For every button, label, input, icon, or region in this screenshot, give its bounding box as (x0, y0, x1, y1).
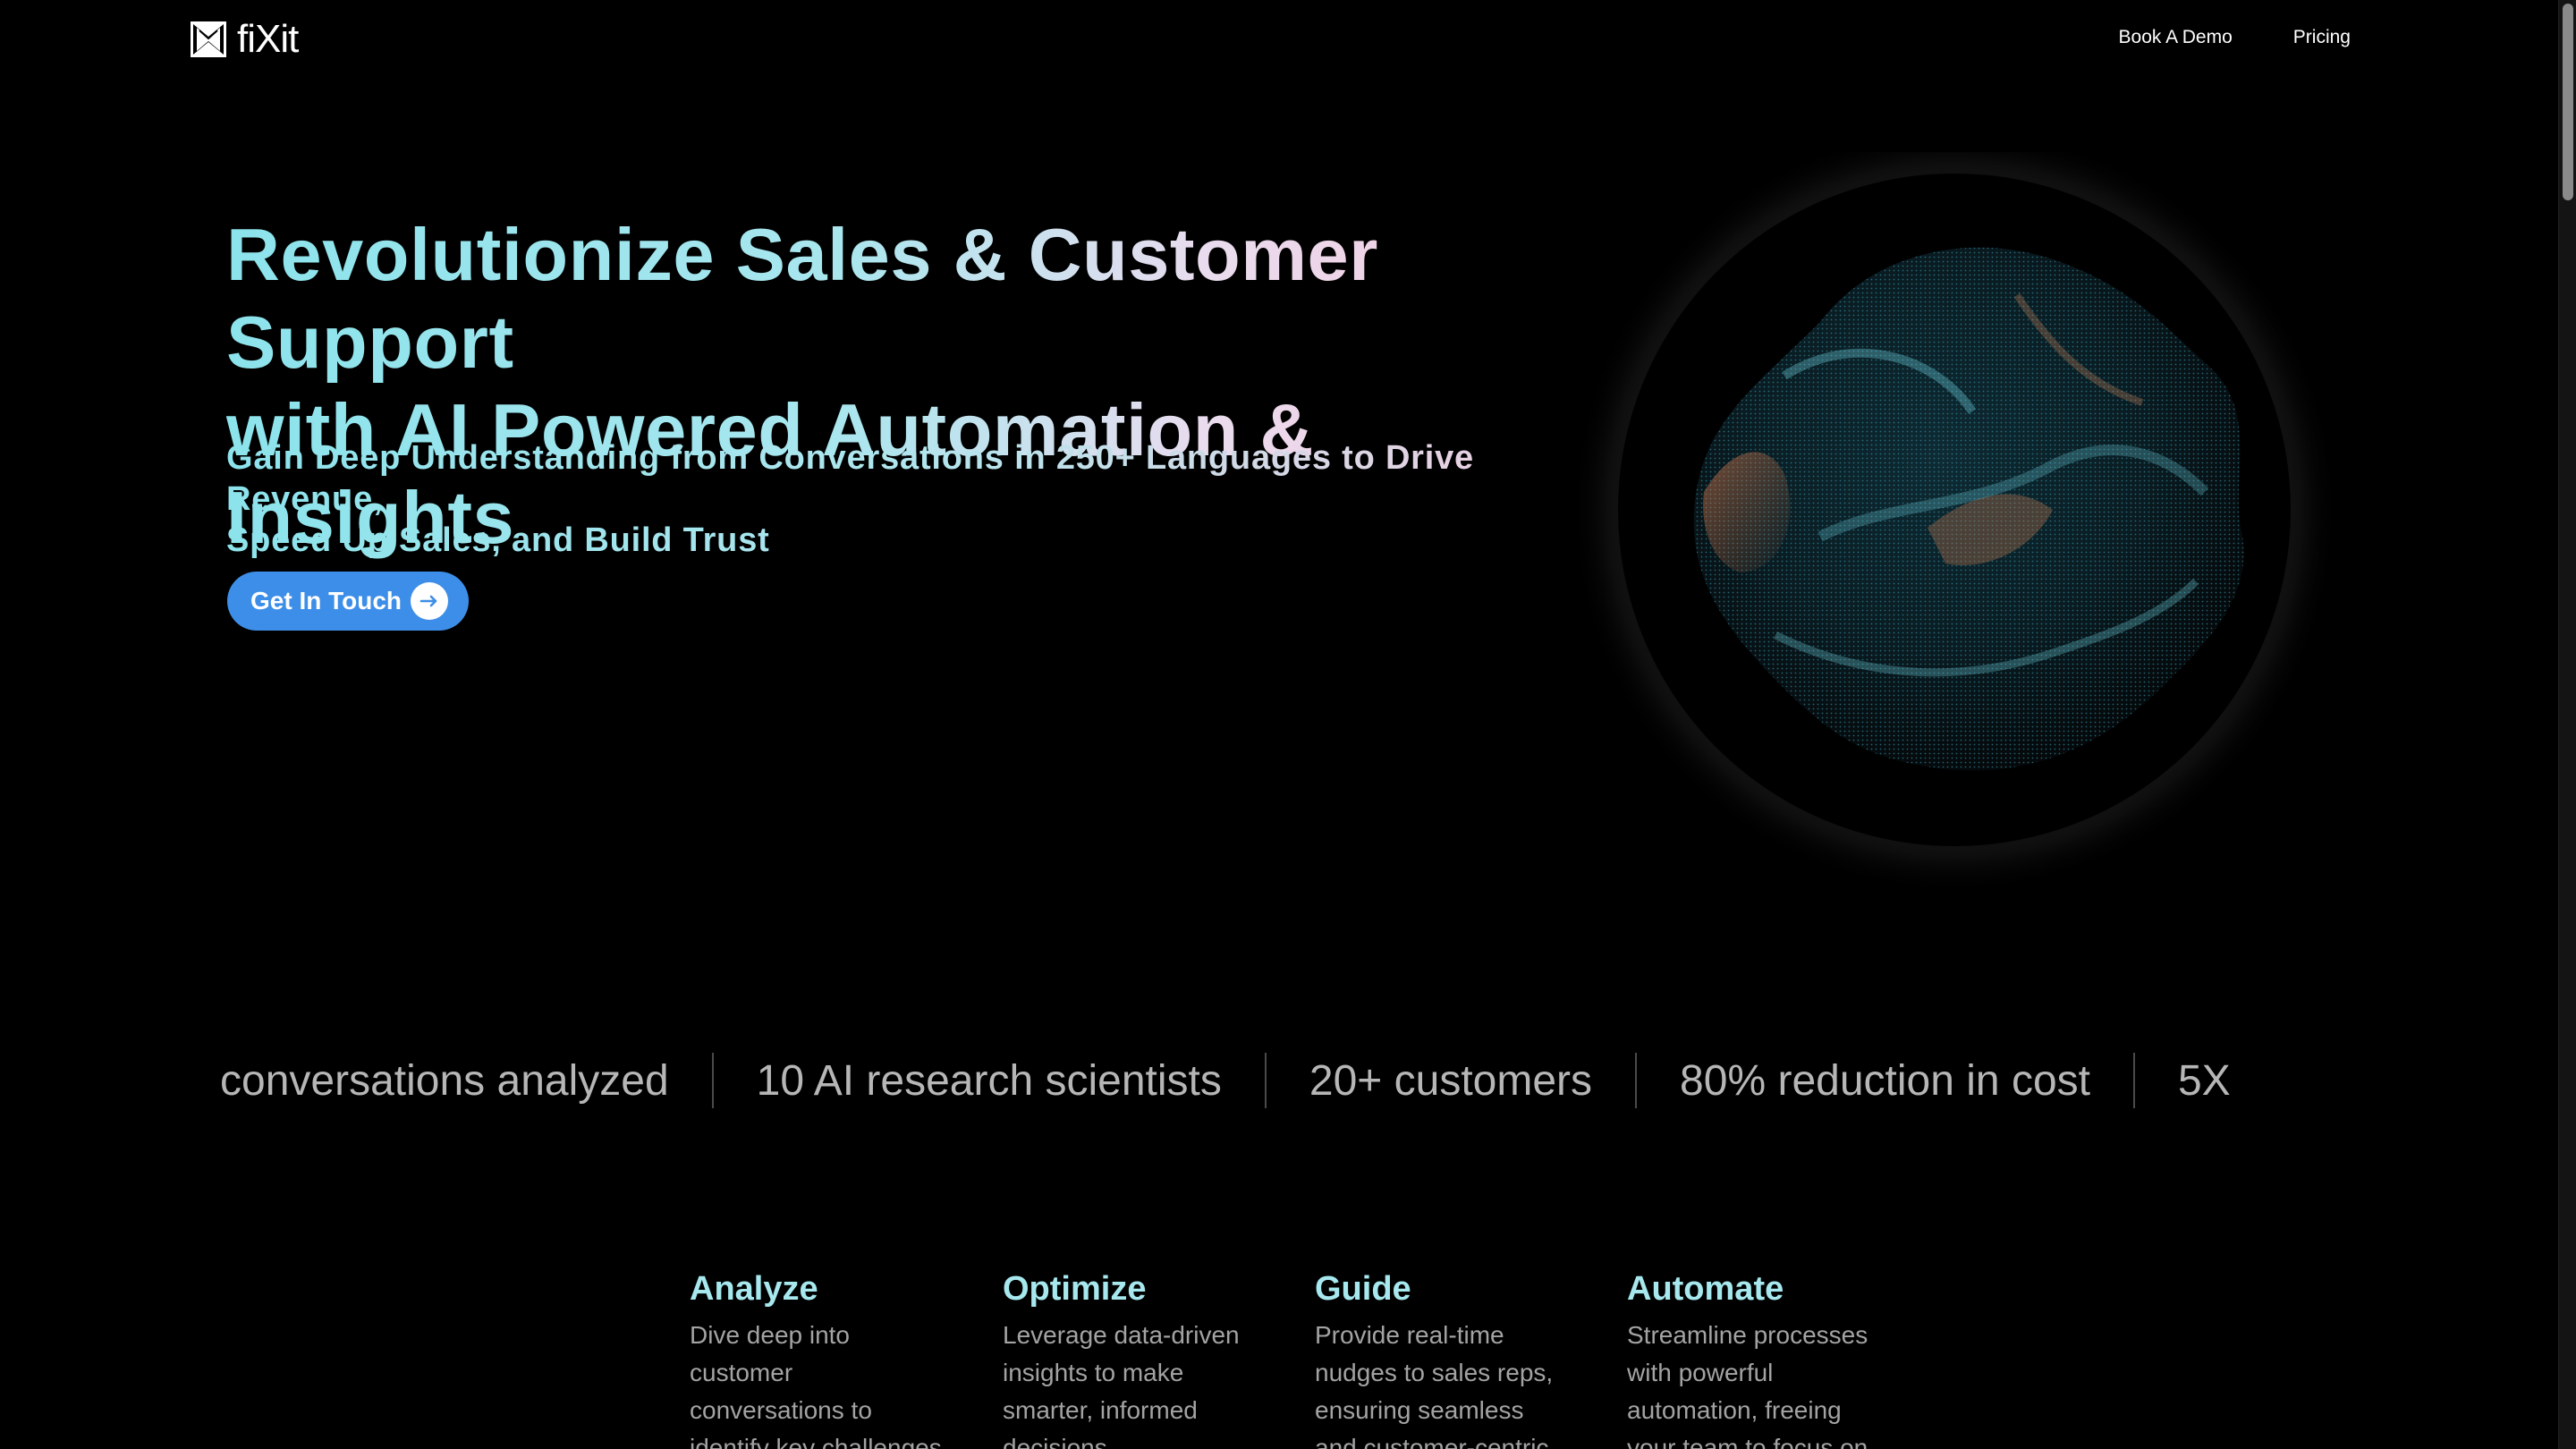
nav-pricing-link[interactable]: Pricing (2293, 27, 2351, 48)
hero-subtitle-line-2: Speed Up Sales, and Build Trust (226, 521, 770, 559)
ai-orb-graphic (1570, 125, 2339, 894)
feature-description: Dive deep into customer conversations to… (690, 1321, 942, 1449)
feature-title: Optimize (1003, 1270, 1147, 1308)
brand-name: fiXit (237, 17, 299, 61)
stat-item: conversations analyzed (220, 1056, 669, 1105)
ai-orb-illustration (1552, 125, 2357, 957)
vertical-scrollbar[interactable] (2558, 0, 2576, 1449)
feature-description: Streamline processes with powerful autom… (1627, 1321, 1868, 1449)
nav-book-demo-link[interactable]: Book A Demo (2119, 27, 2233, 48)
feature-analyze: Analyze Dive deep into customer conversa… (690, 1267, 945, 1449)
stat-item: 80% reduction in cost (1680, 1056, 2090, 1105)
arrow-right-icon (411, 582, 448, 620)
feature-guide: Guide Provide real-time nudges to sales … (1315, 1267, 1570, 1449)
feature-title: Analyze (690, 1270, 818, 1308)
feature-title: Guide (1315, 1270, 1411, 1308)
stats-ticker: conversations analyzed 10 AI research sc… (220, 1052, 2274, 1109)
stat-item: 5X (2177, 1056, 2231, 1105)
feature-title: Automate (1627, 1270, 1784, 1308)
stat-item: 10 AI research scientists (756, 1056, 1222, 1105)
fixit-logo-icon (191, 21, 226, 57)
hero-subtitle-line-1: Gain Deep Understanding from Conversatio… (226, 439, 1474, 518)
top-nav: Book A Demo Pricing (2119, 27, 2351, 48)
cta-label: Get In Touch (250, 587, 402, 614)
hero-subtitle: Gain Deep Understanding from Conversatio… (226, 437, 1586, 561)
feature-automate: Automate Streamline processes with power… (1627, 1267, 1882, 1449)
get-in-touch-button[interactable]: Get In Touch (227, 572, 469, 631)
stat-item: 20+ customers (1309, 1056, 1593, 1105)
feature-optimize: Optimize Leverage data-driven insights t… (1003, 1267, 1258, 1449)
brand-logo[interactable]: fiXit (191, 17, 299, 61)
scrollbar-thumb[interactable] (2563, 4, 2573, 200)
page: fiXit Book A Demo Pricing Revolutionize … (0, 0, 2576, 1449)
hero-title-line-1: Revolutionize Sales & Customer Support (226, 213, 1378, 384)
feature-description: Leverage data-driven insights to make sm… (1003, 1321, 1240, 1449)
feature-description: Provide real-time nudges to sales reps, … (1315, 1321, 1554, 1449)
